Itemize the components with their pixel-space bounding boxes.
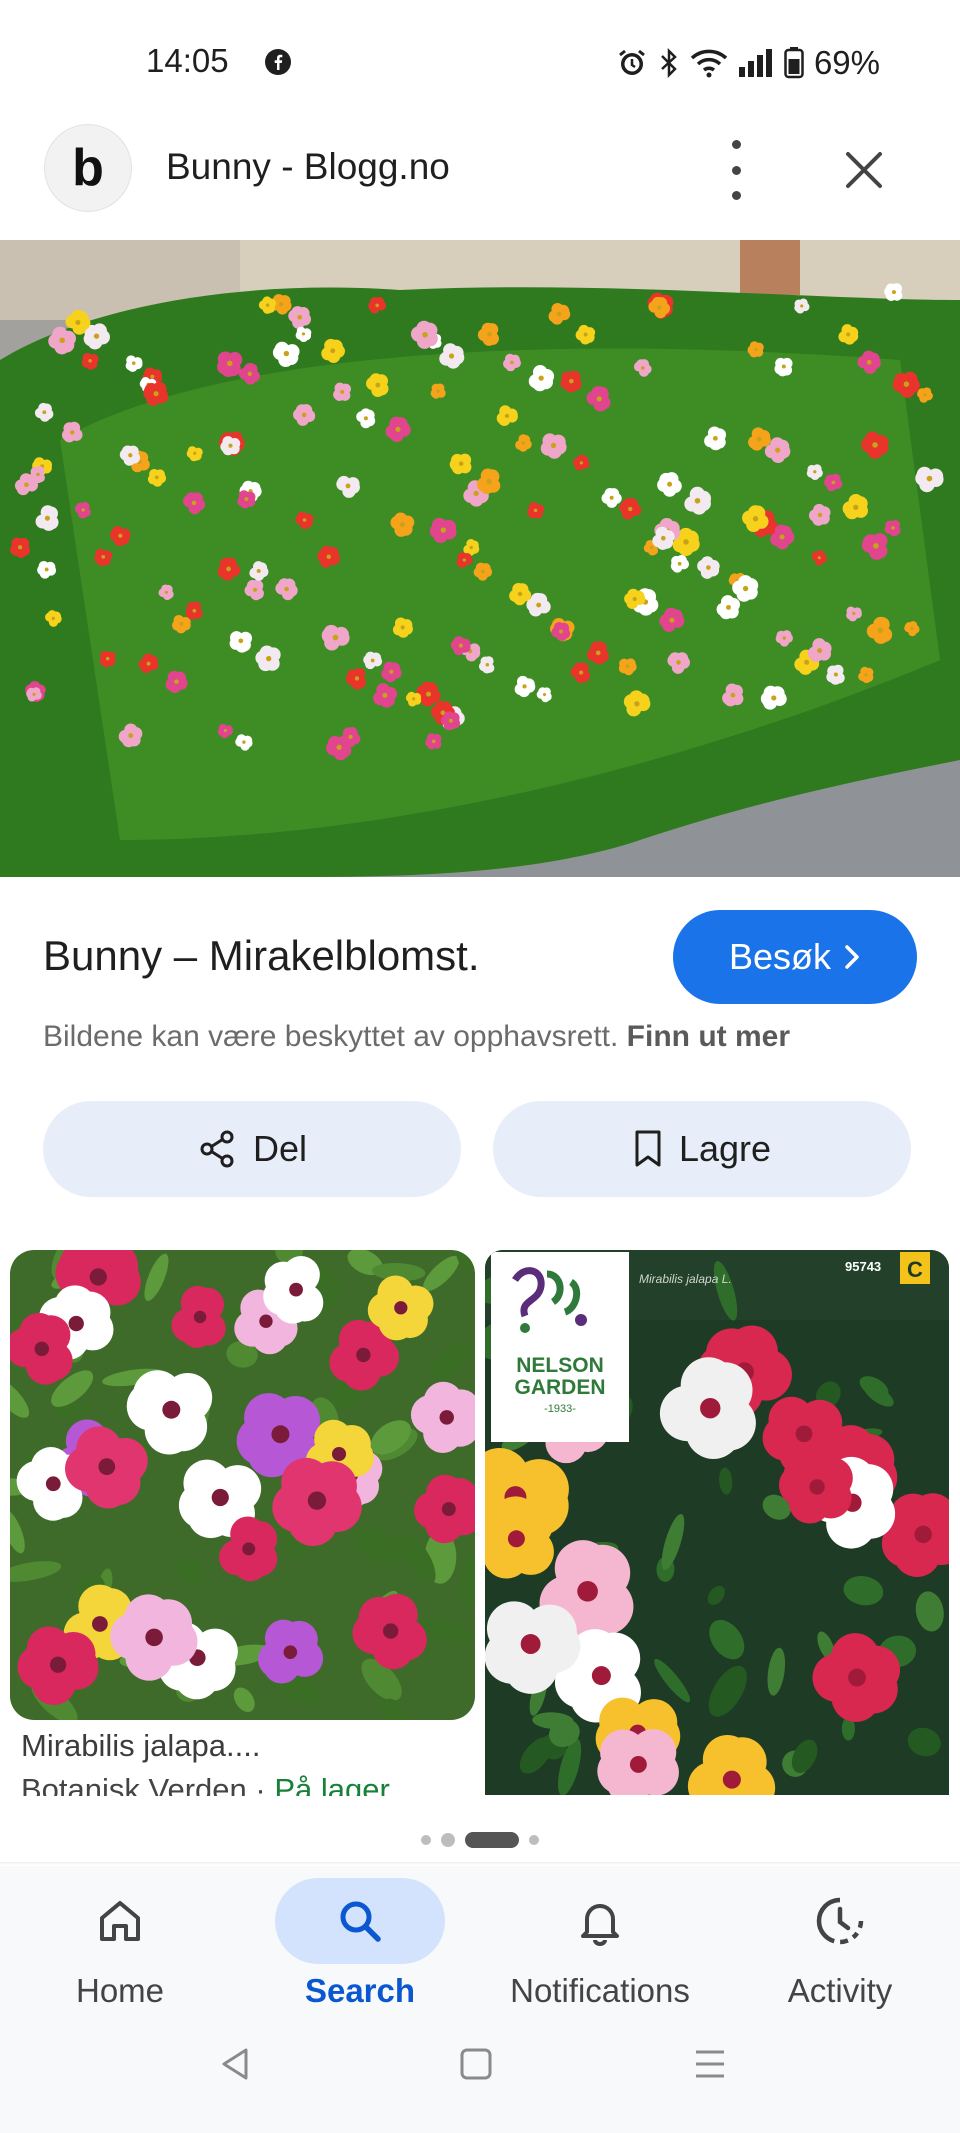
carousel-indicator bbox=[0, 1820, 960, 1860]
copyright-text: Bildene kan være beskyttet av opphavsret… bbox=[43, 1020, 619, 1053]
related-image-2[interactable]: NELSON GARDEN -1933- Mirabilis jalapa L.… bbox=[485, 1250, 949, 1795]
nav-notifications[interactable]: Notifications bbox=[480, 1876, 720, 2016]
nav-icon-container bbox=[35, 1878, 205, 1964]
flower bbox=[217, 351, 243, 378]
nav-label-home: Home bbox=[75, 1972, 165, 2009]
signal-icon bbox=[738, 49, 772, 77]
pager-dot bbox=[441, 1833, 455, 1847]
flower bbox=[430, 383, 446, 399]
more-options-button[interactable] bbox=[716, 140, 756, 200]
more-dot-icon bbox=[731, 165, 741, 175]
battery-icon bbox=[784, 47, 804, 79]
flower bbox=[237, 490, 256, 509]
related-image-1[interactable] bbox=[10, 1250, 475, 1720]
search-icon bbox=[340, 1901, 381, 1942]
pager-dot-active bbox=[465, 1832, 519, 1848]
flower bbox=[10, 537, 30, 558]
close-icon[interactable] bbox=[840, 146, 888, 194]
nav-home[interactable]: Home bbox=[0, 1876, 240, 2016]
share-button[interactable]: Del bbox=[43, 1101, 461, 1197]
packet-brand: NELSON bbox=[516, 1354, 604, 1377]
related-title-1[interactable]: Mirabilis jalapa.... bbox=[21, 1728, 260, 1764]
flower bbox=[333, 382, 351, 401]
visit-label: Besøk bbox=[728, 936, 832, 977]
stock-status: På lager bbox=[274, 1772, 390, 1796]
packet-year: -1933- bbox=[544, 1403, 576, 1415]
flower bbox=[220, 436, 241, 456]
nav-label-notifications: Notifications bbox=[510, 1972, 690, 2009]
save-button[interactable]: Lagre bbox=[493, 1101, 911, 1197]
packet-species: Mirabilis jalapa L. bbox=[639, 1272, 732, 1286]
chevron-right-icon bbox=[845, 945, 859, 969]
alarm-icon bbox=[619, 49, 645, 75]
packet-grade: C bbox=[907, 1257, 923, 1282]
main-image[interactable] bbox=[0, 240, 960, 877]
related-source-name: Botanisk Verden bbox=[21, 1772, 247, 1796]
activity-icon bbox=[816, 1897, 864, 1945]
battery-percent: 69% bbox=[813, 44, 880, 81]
flower-bed-image bbox=[0, 240, 960, 877]
nav-icon-container bbox=[275, 1878, 445, 1964]
flower bbox=[826, 664, 845, 685]
source-separator: · bbox=[246, 1772, 275, 1796]
related-flowers-image bbox=[10, 1250, 475, 1720]
flower bbox=[258, 1619, 324, 1684]
nav-activity[interactable]: Activity bbox=[720, 1876, 960, 2016]
bookmark-icon bbox=[635, 1130, 661, 1167]
flower bbox=[884, 283, 903, 301]
more-dot-icon bbox=[731, 191, 741, 200]
nav-label-activity: Activity bbox=[787, 1972, 893, 2009]
status-icons: 69% bbox=[616, 44, 880, 82]
facebook-icon bbox=[265, 49, 291, 75]
source-logo[interactable]: b bbox=[44, 124, 132, 212]
pager-dot bbox=[529, 1835, 539, 1845]
home-icon bbox=[100, 1901, 140, 1941]
nav-label-search: Search bbox=[304, 1972, 416, 2009]
status-time: 14:05 bbox=[146, 42, 229, 79]
result-title: Bunny – Mirakelblomst. bbox=[43, 932, 480, 979]
learn-more-link[interactable]: Finn ut mer bbox=[627, 1020, 790, 1053]
copyright-notice: Bildene kan være beskyttet av opphavsret… bbox=[43, 1020, 790, 1054]
nav-icon-container bbox=[755, 1878, 925, 1964]
visit-button[interactable]: Besøk bbox=[673, 910, 917, 1004]
nav-icon-container bbox=[515, 1878, 685, 1964]
wifi-icon bbox=[690, 49, 728, 78]
flower bbox=[485, 1496, 554, 1579]
flower bbox=[597, 1729, 679, 1795]
menu-icon[interactable] bbox=[692, 2046, 728, 2082]
seed-packet-image: NELSON GARDEN -1933- Mirabilis jalapa L.… bbox=[485, 1250, 949, 1795]
divider bbox=[0, 1862, 960, 1865]
share-icon bbox=[200, 1130, 234, 1168]
recents-icon[interactable] bbox=[458, 2046, 494, 2082]
share-label: Del bbox=[252, 1128, 308, 1169]
nav-search[interactable]: Search bbox=[240, 1876, 480, 2016]
more-dot-icon bbox=[731, 140, 741, 149]
source-title[interactable]: Bunny - Blogg.no bbox=[166, 146, 450, 188]
back-icon[interactable] bbox=[218, 2046, 254, 2082]
flower bbox=[449, 453, 472, 475]
save-label: Lagre bbox=[678, 1128, 772, 1169]
packet-code: 95743 bbox=[845, 1259, 881, 1274]
pager-dot bbox=[421, 1835, 431, 1845]
related-source-1: Botanisk Verden · På lager bbox=[21, 1772, 481, 1796]
bluetooth-icon bbox=[661, 47, 677, 79]
flower bbox=[185, 601, 203, 620]
system-navigation-bar bbox=[0, 2026, 960, 2133]
flower bbox=[425, 733, 442, 750]
flower bbox=[99, 650, 116, 668]
packet-brand2: GARDEN bbox=[514, 1376, 605, 1399]
bell-icon bbox=[581, 1904, 619, 1946]
